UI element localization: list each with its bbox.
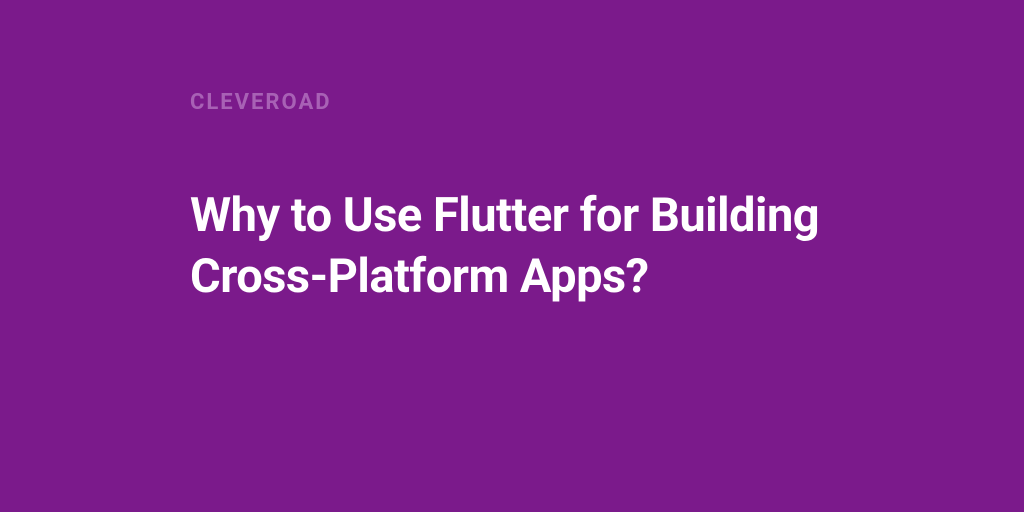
article-title: Why to Use Flutter for Building Cross-Pl… — [190, 185, 834, 307]
brand-logo-text: CLEVEROAD — [190, 90, 834, 115]
